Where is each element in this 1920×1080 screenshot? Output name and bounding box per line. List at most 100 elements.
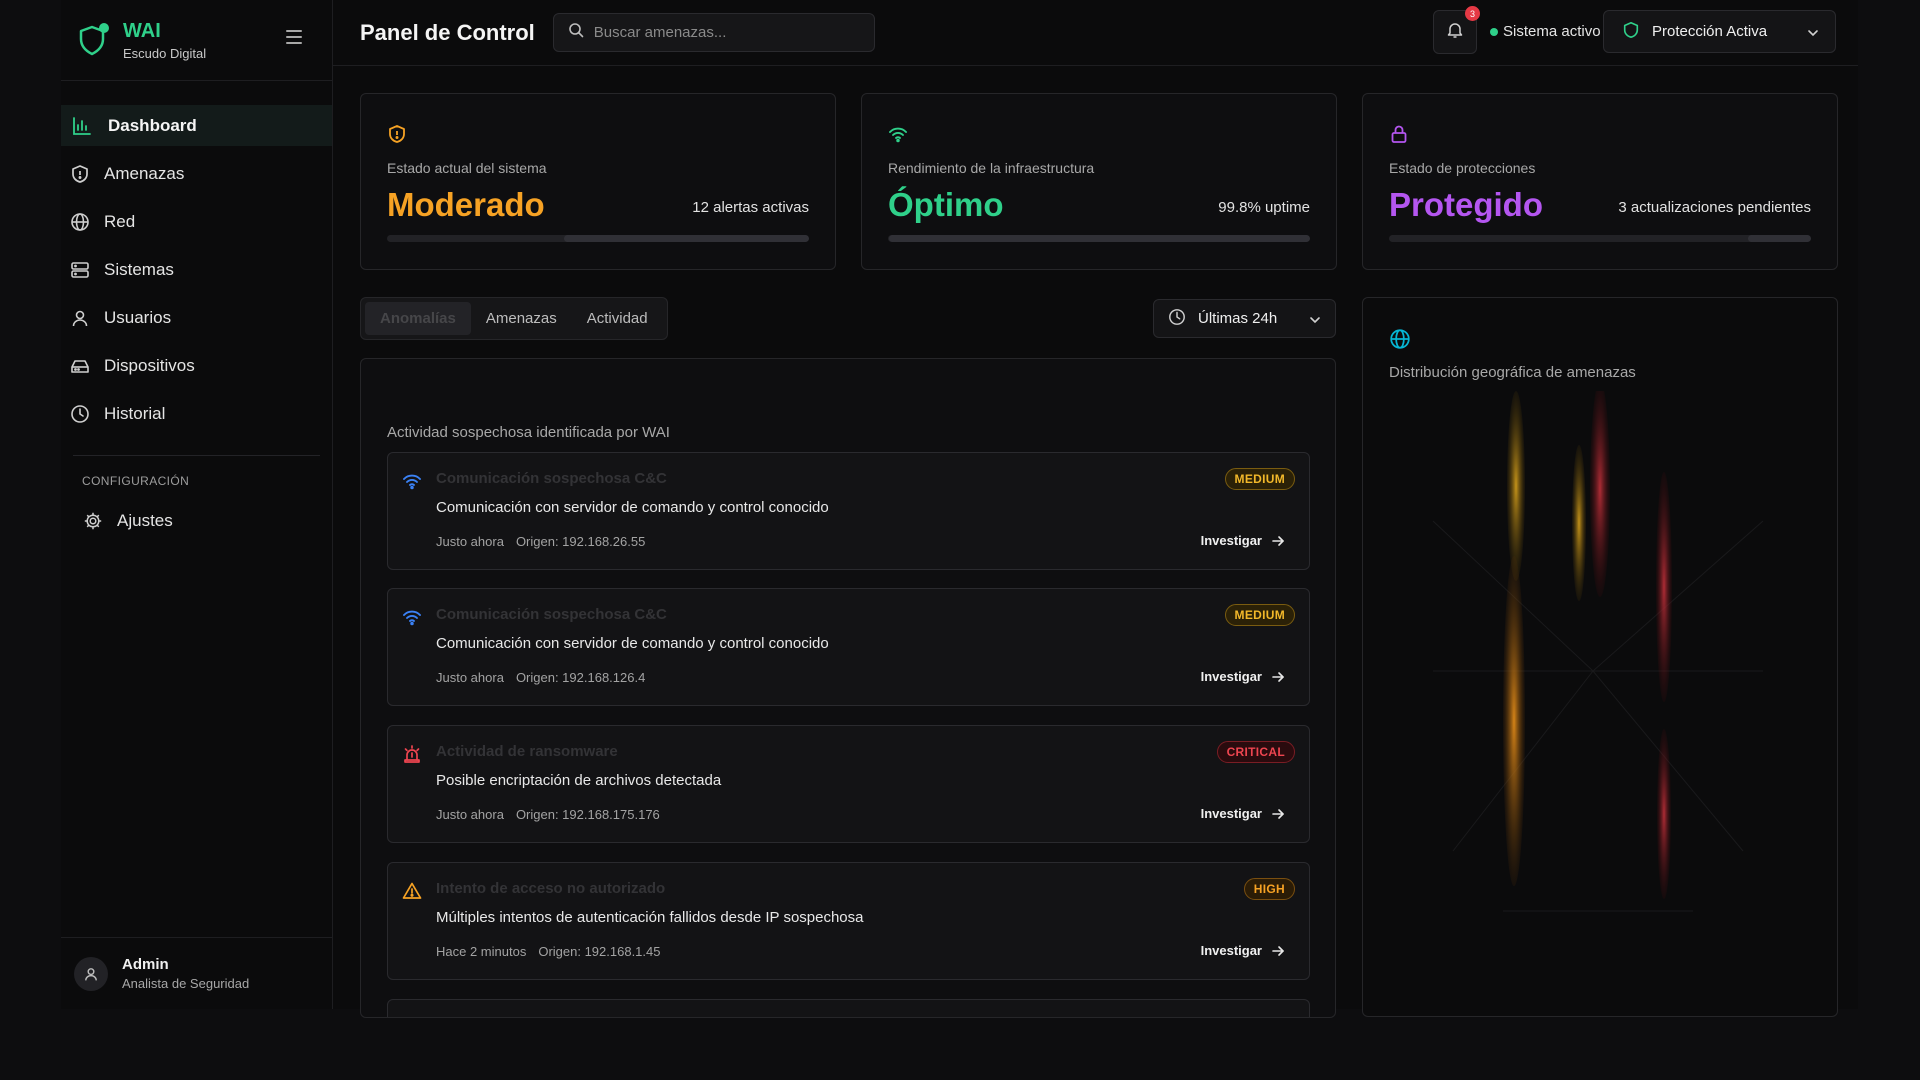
alert-title: Comunicación sospechosa C&C: [436, 606, 667, 623]
alert-time: Hace 2 minutos: [436, 944, 527, 959]
wifi-icon: [402, 607, 422, 632]
sidebar-item-label: Ajustes: [117, 510, 173, 530]
investigate-label: Investigar: [1200, 806, 1262, 821]
sidebar-item-label: Usuarios: [104, 307, 172, 327]
sidebar-nav: Dashboard Amenazas Red Sistemas Usuarios…: [61, 81, 332, 441]
arrow-right-icon: [1272, 671, 1284, 682]
time-range-select[interactable]: Últimas 24h: [1153, 299, 1336, 338]
stat-value: Óptimo: [888, 186, 1004, 223]
sidebar-item-red[interactable]: Red: [61, 201, 332, 242]
alert-time: Justo ahora: [436, 534, 504, 549]
alert-description: Comunicación con servidor de comando y c…: [436, 635, 829, 652]
server-icon: [70, 260, 90, 280]
stat-progress-fill: [564, 235, 809, 242]
sidebar-item-label: Sistemas: [104, 259, 174, 279]
clock-icon: [1168, 308, 1186, 330]
alert-time: Justo ahora: [436, 670, 504, 685]
notifications-button[interactable]: 3: [1433, 6, 1480, 54]
siren-icon: [402, 744, 422, 769]
tab-bar: Anomalías Amenazas Actividad: [360, 297, 668, 340]
alert-description: Comunicación con servidor de comando y c…: [436, 499, 829, 516]
threat-hotspot: [1503, 556, 1525, 886]
stat-card-system: Estado actual del sistema Moderado 12 al…: [360, 93, 836, 270]
threat-hotspot: [1656, 472, 1672, 702]
sidebar-item-sistemas[interactable]: Sistemas: [61, 249, 332, 290]
user-profile[interactable]: Admin Analista de Seguridad: [61, 937, 332, 1009]
alert-description: Posible encriptación de archivos detecta…: [436, 772, 722, 789]
hard-drive-icon: [70, 356, 90, 376]
sidebar-item-label: Dispositivos: [104, 355, 195, 375]
stat-progress-bar: [1389, 235, 1811, 242]
sidebar-item-label: Red: [104, 211, 136, 231]
investigate-button[interactable]: Investigar: [1201, 943, 1285, 958]
bell-icon: [1446, 21, 1464, 44]
chevron-down-icon: [1309, 313, 1321, 330]
alert-meta: Hace 2 minutos Origen: 192.168.1.45: [436, 944, 672, 959]
tab-anomalias[interactable]: Anomalías: [365, 302, 471, 335]
tab-actividad[interactable]: Actividad: [572, 302, 663, 335]
sidebar-item-dispositivos[interactable]: Dispositivos: [61, 345, 332, 386]
gear-icon: [83, 511, 103, 531]
brand-subtitle: Escudo Digital: [123, 45, 207, 61]
threat-map: [1432, 391, 1764, 912]
alert-item-partial: [387, 999, 1310, 1017]
sidebar-item-label: Dashboard: [108, 115, 197, 135]
investigate-label: Investigar: [1200, 669, 1262, 684]
shield-alert-icon: [387, 124, 407, 149]
globe-icon: [70, 212, 90, 232]
sidebar: WAI Escudo Digital Dashboard Amenazas Re…: [61, 0, 333, 1009]
severity-badge: MEDIUM: [1224, 604, 1295, 626]
stat-side-text: 12 alertas activas: [692, 199, 809, 216]
stat-progress-bar: [387, 235, 809, 242]
brand-name: WAI: [123, 19, 161, 42]
search-icon: [568, 22, 584, 43]
sidebar-item-label: Amenazas: [104, 163, 185, 183]
wifi-icon: [888, 124, 908, 149]
sidebar-item-historial[interactable]: Historial: [61, 393, 332, 434]
user-name: Admin: [122, 956, 169, 973]
status-dot-icon: [1490, 27, 1498, 36]
feed-title: Actividad sospechosa identificada por WA…: [387, 424, 670, 441]
investigate-button[interactable]: Investigar: [1201, 806, 1285, 821]
alert-title: Comunicación sospechosa C&C: [436, 470, 667, 487]
tab-amenazas[interactable]: Amenazas: [471, 302, 572, 335]
sidebar-item-dashboard[interactable]: Dashboard: [61, 105, 332, 146]
threat-hotspot: [1507, 391, 1525, 581]
stat-card-protections: Estado de protecciones Protegido 3 actua…: [1362, 93, 1838, 270]
brand: WAI Escudo Digital: [61, 0, 332, 81]
sidebar-item-ajustes[interactable]: Ajustes: [61, 500, 332, 541]
sidebar-item-usuarios[interactable]: Usuarios: [61, 297, 332, 338]
alert-time: Justo ahora: [436, 807, 504, 822]
investigate-button[interactable]: Investigar: [1201, 533, 1285, 548]
investigate-label: Investigar: [1200, 943, 1262, 958]
sidebar-item-amenazas[interactable]: Amenazas: [61, 153, 332, 194]
shield-logo-icon: [77, 22, 113, 58]
alert-origin: Origen: 192.168.26.55: [515, 534, 646, 549]
avatar: [74, 956, 108, 991]
search-input[interactable]: [593, 24, 854, 41]
system-status: Sistema activo: [1490, 23, 1601, 40]
globe-icon: [1389, 328, 1411, 355]
app-window: WAI Escudo Digital Dashboard Amenazas Re…: [61, 0, 1858, 1018]
alert-item: Comunicación sospechosa C&C Comunicación…: [387, 588, 1310, 706]
stat-label: Estado actual del sistema: [387, 160, 547, 176]
stat-progress-fill: [888, 235, 1310, 242]
clock-icon: [70, 404, 90, 424]
lock-icon: [1389, 124, 1409, 149]
investigate-button[interactable]: Investigar: [1201, 669, 1285, 684]
warning-icon: [402, 881, 422, 906]
alert-title: Intento de acceso no autorizado: [436, 880, 666, 897]
alert-item: Comunicación sospechosa C&C Comunicación…: [387, 452, 1310, 570]
anomaly-feed: Actividad sospechosa identificada por WA…: [360, 358, 1336, 1018]
protection-dropdown[interactable]: Protección Activa: [1603, 10, 1836, 53]
user-role: Analista de Seguridad: [122, 976, 250, 991]
protection-label: Protección Activa: [1652, 23, 1768, 40]
shield-icon: [1622, 21, 1640, 43]
alert-meta: Justo ahora Origen: 192.168.26.55: [436, 534, 657, 549]
sidebar-divider: [73, 455, 320, 456]
menu-toggle-icon[interactable]: [286, 30, 302, 44]
notification-count-badge: 3: [1465, 6, 1480, 21]
stat-label: Estado de protecciones: [1389, 160, 1536, 176]
investigate-label: Investigar: [1200, 533, 1262, 548]
alert-meta: Justo ahora Origen: 192.168.175.176: [436, 807, 672, 822]
